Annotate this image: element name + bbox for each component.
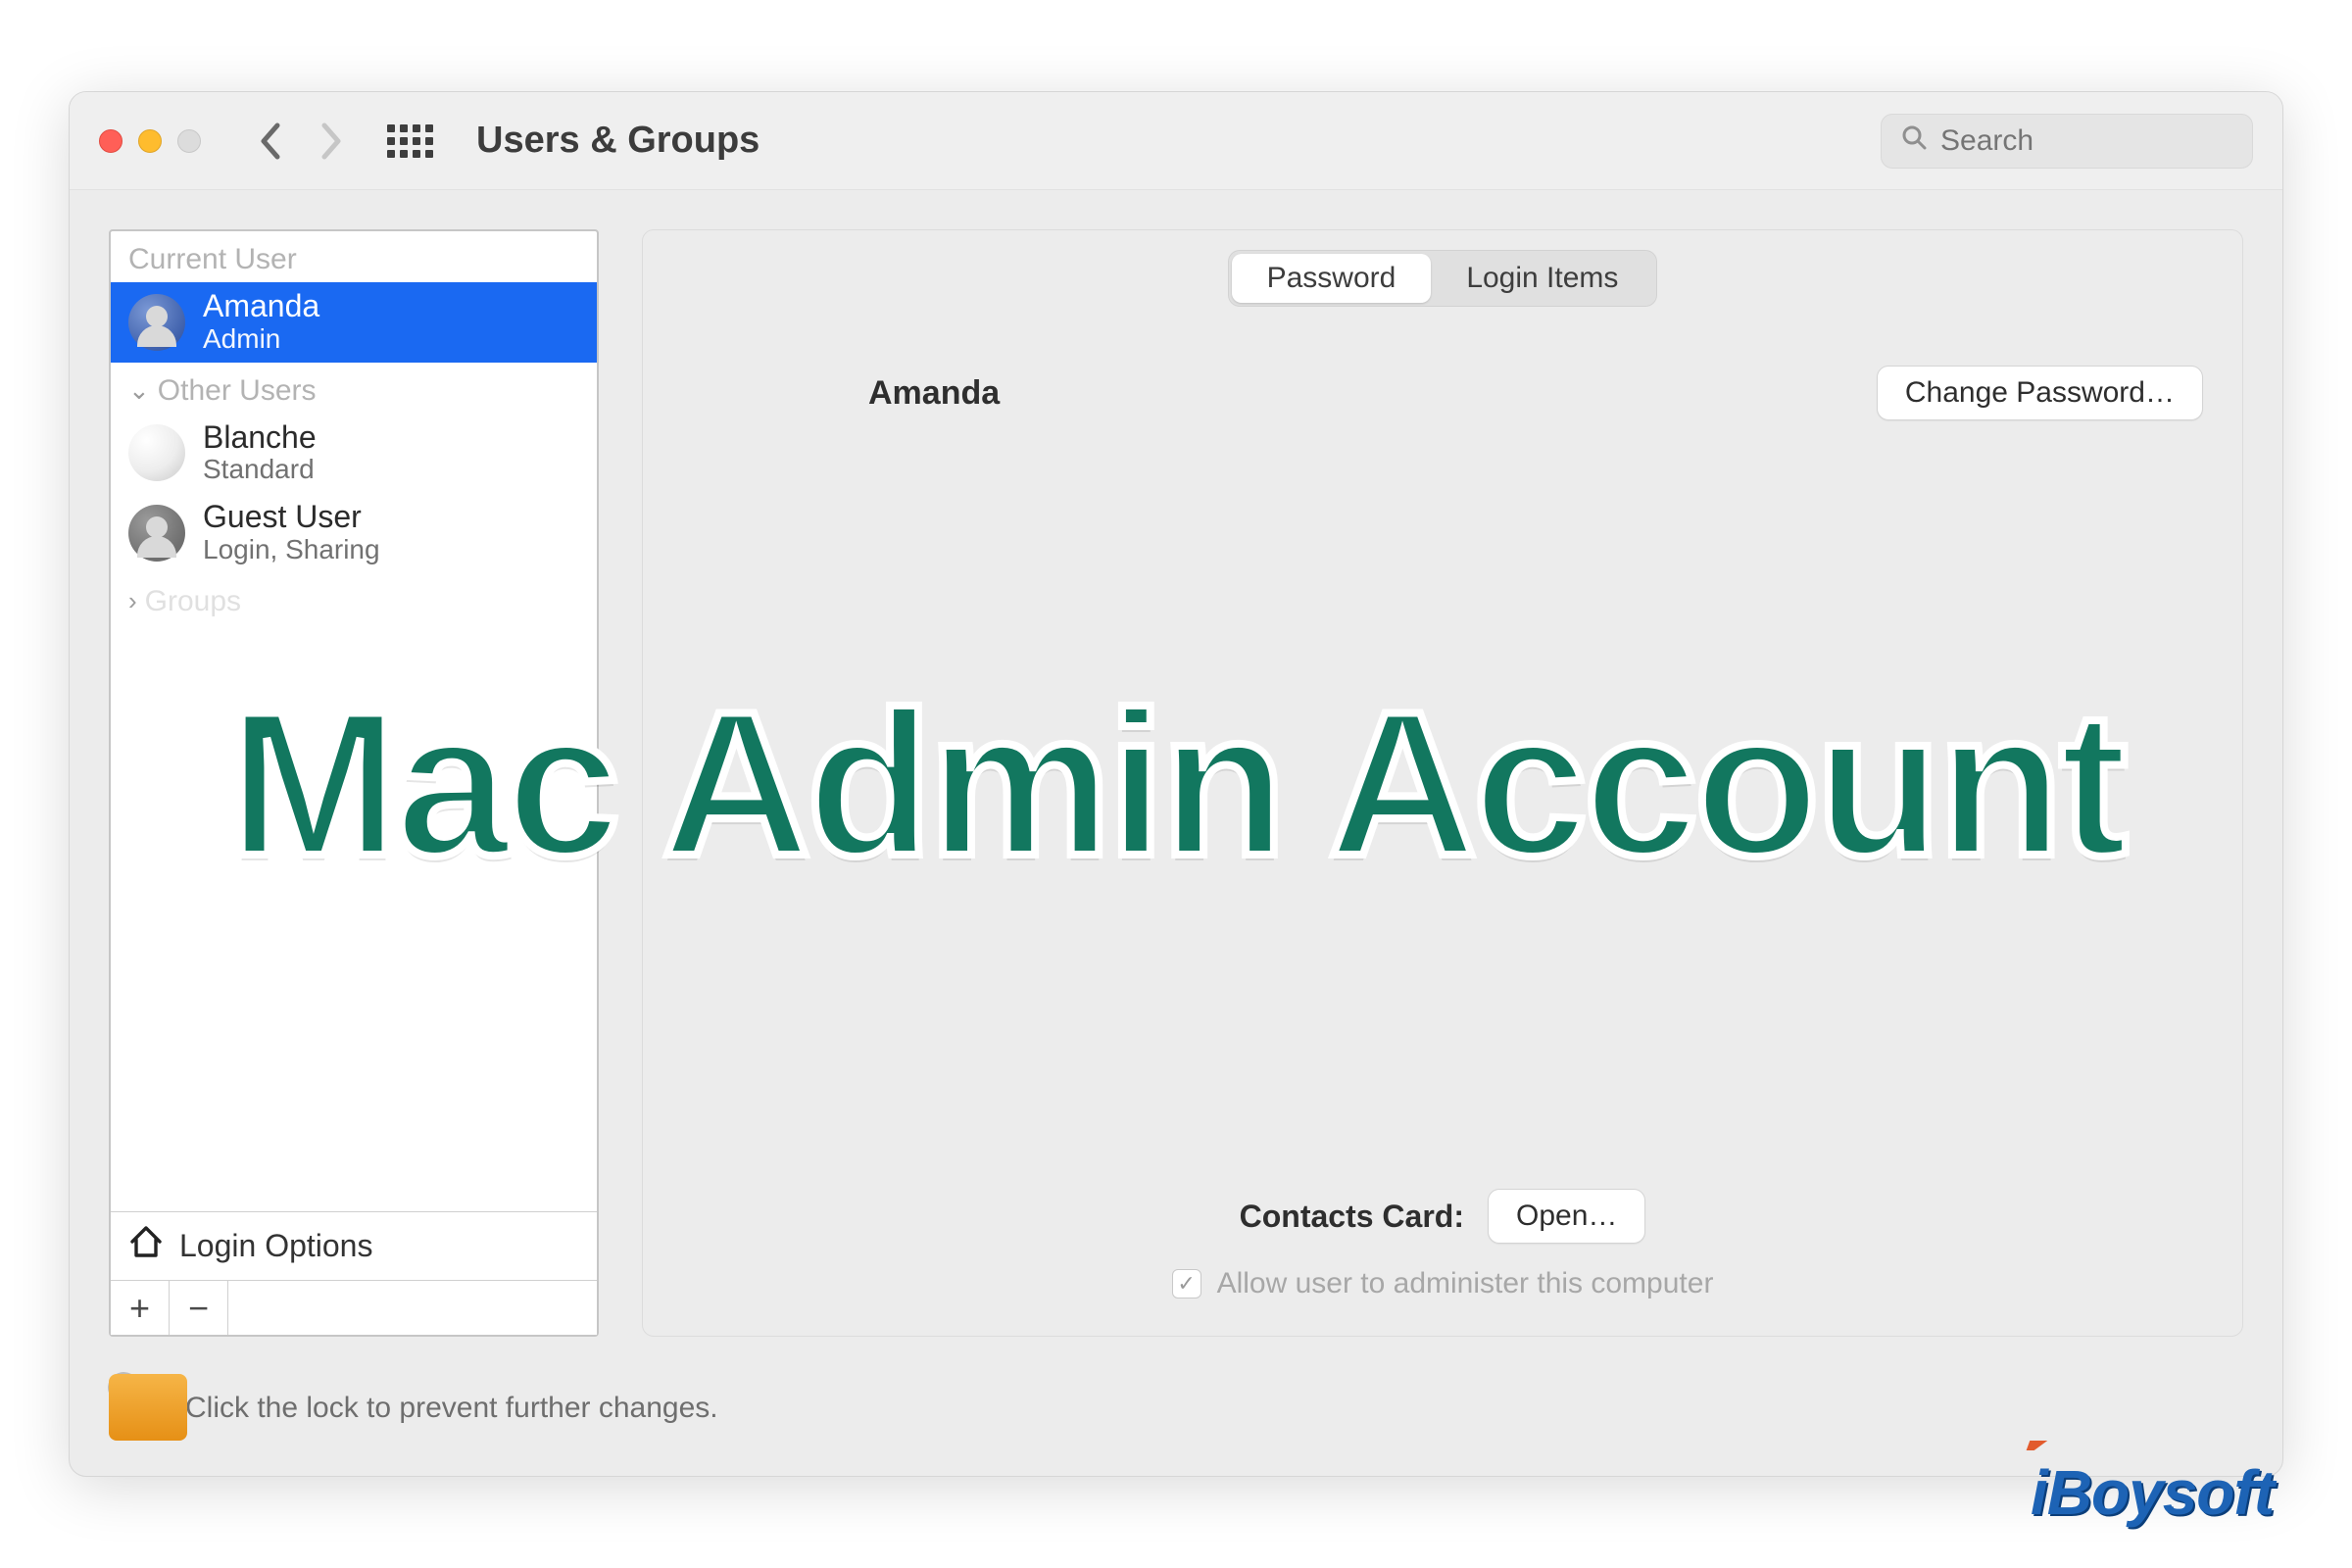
chevron-right-icon: [317, 122, 344, 161]
groups-label: Groups: [145, 585, 241, 618]
window-controls: [99, 129, 201, 153]
login-options-label: Login Options: [179, 1228, 372, 1264]
user-row[interactable]: Blanche Standard: [111, 414, 597, 494]
tab-segmented-control: Password Login Items: [1228, 250, 1658, 307]
change-password-button[interactable]: Change Password…: [1877, 366, 2203, 420]
body: Current User Amanda Admin ⌄ Other Use: [70, 190, 2282, 1364]
show-all-prefs-button[interactable]: [387, 124, 433, 158]
current-user-label: Current User: [128, 243, 297, 276]
users-sidebar: Current User Amanda Admin ⌄ Other Use: [109, 229, 599, 1337]
forward-button: [311, 122, 350, 161]
preferences-window: Users & Groups Current User: [69, 91, 2283, 1477]
admin-checkbox-label: Allow user to administer this computer: [1217, 1267, 1714, 1300]
user-role: Login, Sharing: [203, 534, 380, 565]
home-icon: [128, 1224, 164, 1268]
tab-login-items[interactable]: Login Items: [1431, 254, 1653, 303]
chevron-right-icon: ›: [128, 586, 137, 616]
current-user-section-label: Current User: [111, 231, 597, 282]
search-field[interactable]: [1881, 114, 2253, 169]
contacts-card-row: Contacts Card: Open…: [1240, 1189, 1646, 1244]
search-icon: [1901, 124, 1927, 158]
zoom-window-button: [177, 129, 201, 153]
tab-password[interactable]: Password: [1232, 254, 1432, 303]
user-header-row: Amanda Change Password…: [682, 366, 2203, 420]
add-remove-bar: + −: [111, 1280, 597, 1335]
avatar: [128, 505, 185, 562]
lock-text: Click the lock to prevent further change…: [185, 1392, 718, 1425]
admin-checkbox: ✓: [1172, 1269, 1201, 1298]
add-user-button[interactable]: +: [111, 1281, 170, 1335]
groups-section[interactable]: › Groups: [111, 573, 597, 624]
other-users-label: Other Users: [158, 374, 317, 408]
open-contacts-button[interactable]: Open…: [1488, 1189, 1645, 1244]
user-name: Guest User: [203, 501, 380, 534]
admin-checkbox-row: ✓ Allow user to administer this computer: [1172, 1267, 1714, 1300]
avatar: [128, 424, 185, 481]
user-name: Blanche: [203, 421, 317, 455]
user-row[interactable]: Guest User Login, Sharing: [111, 493, 597, 573]
window-title: Users & Groups: [476, 120, 760, 162]
search-input[interactable]: [1940, 124, 2232, 158]
login-options-button[interactable]: Login Options: [111, 1211, 597, 1280]
lock-icon[interactable]: [109, 1376, 164, 1441]
minimize-window-button[interactable]: [138, 129, 162, 153]
other-users-section[interactable]: ⌄ Other Users: [111, 363, 597, 414]
back-button[interactable]: [252, 122, 291, 161]
chevron-left-icon: [258, 122, 285, 161]
chevron-down-icon: ⌄: [128, 375, 150, 406]
content-panel: Password Login Items Amanda Change Passw…: [642, 229, 2243, 1337]
close-window-button[interactable]: [99, 129, 122, 153]
contacts-card-label: Contacts Card:: [1240, 1199, 1464, 1235]
user-role: Standard: [203, 454, 317, 485]
user-row-current[interactable]: Amanda Admin: [111, 282, 597, 363]
remove-user-button[interactable]: −: [170, 1281, 228, 1335]
user-name: Amanda: [203, 290, 319, 323]
lock-footer: Click the lock to prevent further change…: [70, 1364, 2282, 1476]
toolbar: Users & Groups: [70, 92, 2282, 190]
display-name: Amanda: [868, 374, 1000, 413]
user-role: Admin: [203, 323, 319, 355]
avatar: [128, 294, 185, 351]
